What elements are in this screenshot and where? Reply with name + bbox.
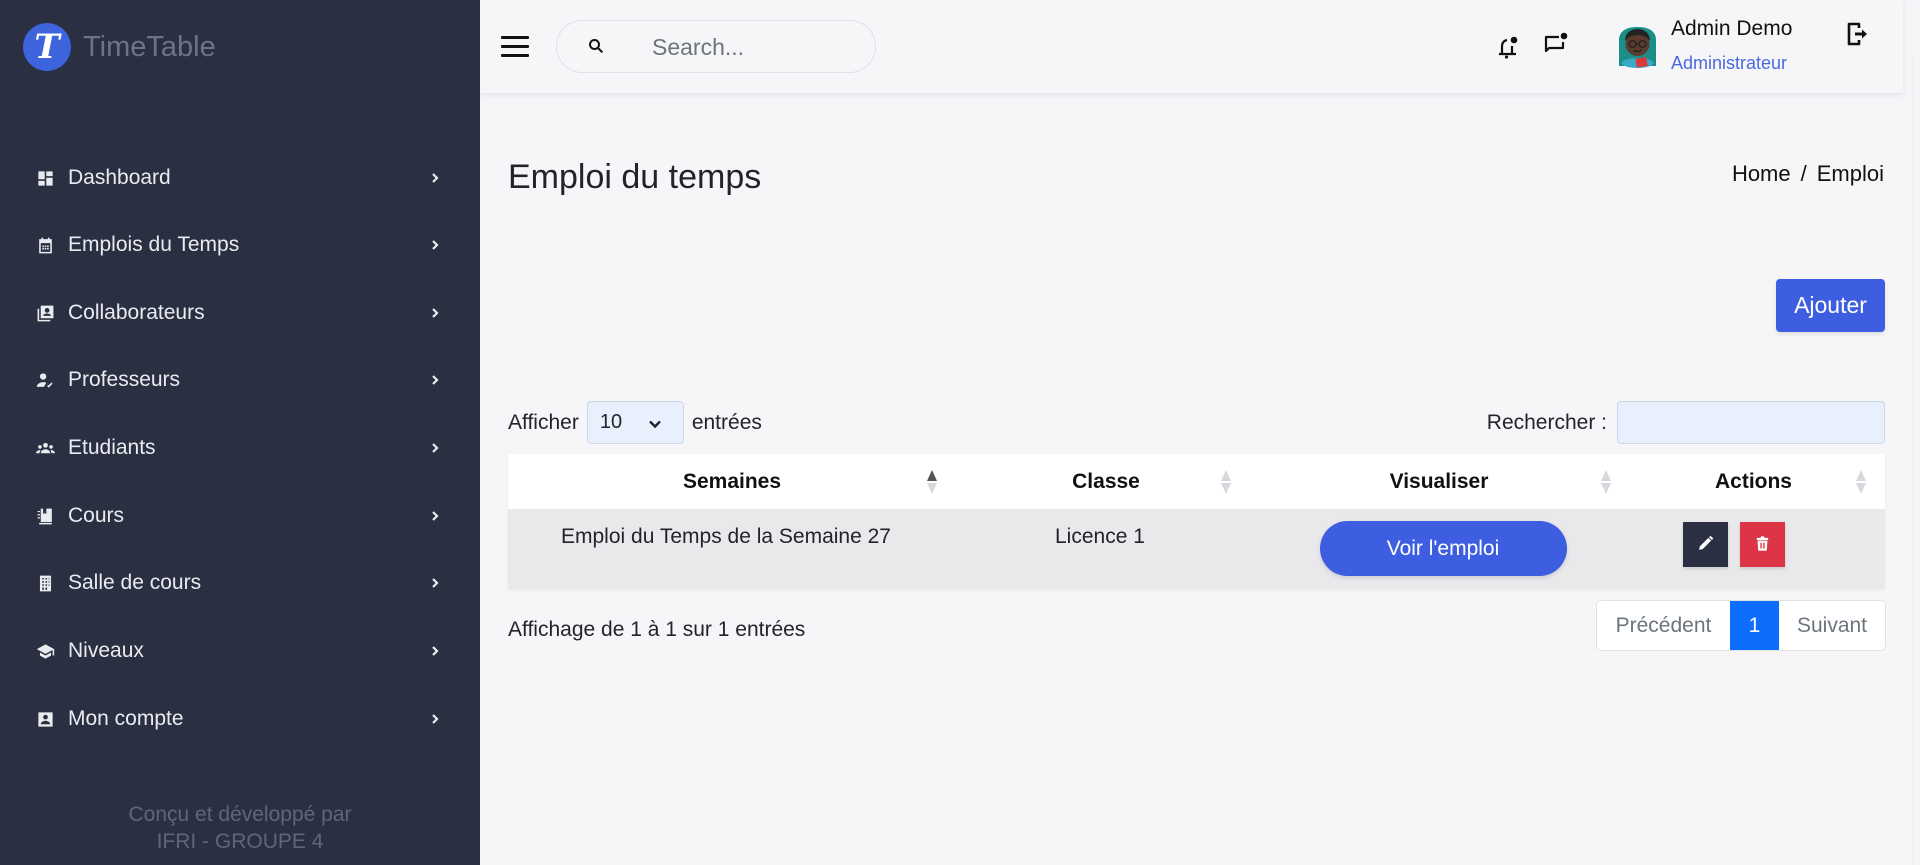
cell-semaine: Emploi du Temps de la Semaine 27	[561, 525, 891, 548]
cell-actions	[1622, 509, 1885, 589]
pagination: Précédent 1 Suivant	[1596, 600, 1886, 651]
sidebar: T TimeTable Dashboard Emplois du Temps C…	[0, 0, 480, 865]
sort-icon	[1220, 470, 1232, 494]
chevron-down-icon	[647, 415, 663, 431]
table-info: Affichage de 1 à 1 sur 1 entrées	[508, 618, 806, 641]
table-search-control: Rechercher :	[1487, 401, 1885, 444]
sort-asc-icon	[926, 470, 938, 494]
edit-button[interactable]	[1683, 522, 1728, 567]
chevron-right-icon	[428, 441, 442, 455]
sidebar-item-label: Etudiants	[68, 436, 156, 459]
page-length-value: 10	[599, 411, 623, 433]
breadcrumb-current: Emploi	[1816, 161, 1884, 186]
building-icon	[35, 573, 55, 593]
cell-visualiser: Voir l'emploi	[1256, 509, 1622, 589]
sidebar-item-mon-compte[interactable]: Mon compte	[0, 695, 480, 743]
user-role: Administrateur	[1671, 53, 1788, 73]
column-header-visualiser[interactable]: Visualiser	[1256, 454, 1622, 509]
column-label: Semaines	[682, 469, 782, 493]
chevron-right-icon	[428, 509, 442, 523]
table-header-row: Semaines Classe Visualiser Actions	[508, 454, 1885, 509]
sidebar-item-niveaux[interactable]: Niveaux	[0, 627, 480, 675]
breadcrumb-separator: /	[1800, 161, 1807, 186]
messages-icon[interactable]	[1542, 31, 1570, 59]
column-label: Actions	[1714, 469, 1792, 493]
breadcrumb: Home / Emploi	[1732, 161, 1884, 187]
chevron-right-icon	[428, 373, 442, 387]
top-header: Admin Demo Administrateur	[480, 0, 1903, 93]
sidebar-item-collaborateurs[interactable]: Collaborateurs	[0, 289, 480, 337]
group-icon	[35, 438, 55, 458]
person-check-icon	[35, 370, 55, 390]
view-schedule-button[interactable]: Voir l'emploi	[1319, 521, 1567, 576]
column-label: Visualiser	[1389, 469, 1489, 493]
app-logo[interactable]: T TimeTable	[23, 23, 216, 71]
user-name: Admin Demo	[1671, 17, 1793, 40]
schedule-table: Semaines Classe Visualiser Actions Emplo…	[508, 454, 1885, 589]
chevron-right-icon	[428, 576, 442, 590]
breadcrumb-home-link[interactable]: Home	[1732, 161, 1791, 187]
sidebar-item-label: Salle de cours	[68, 571, 202, 594]
sort-icon	[1855, 470, 1867, 494]
credits-line-1: Conçu et développé par	[128, 803, 352, 826]
account-box-icon	[35, 709, 55, 729]
sidebar-item-label: Emplois du Temps	[68, 233, 240, 256]
logout-icon[interactable]	[1844, 20, 1872, 48]
chevron-right-icon	[428, 306, 442, 320]
sidebar-item-label: Collaborateurs	[68, 301, 205, 324]
entries-label: entrées	[691, 410, 762, 434]
table-row: Emploi du Temps de la Semaine 27 Licence…	[508, 509, 1885, 589]
chevron-right-icon	[428, 712, 442, 726]
page-scrollbar[interactable]	[1913, 55, 1914, 865]
sidebar-item-dashboard[interactable]: Dashboard	[0, 154, 480, 202]
notification-bell-icon[interactable]	[1494, 33, 1522, 61]
delete-button[interactable]	[1740, 522, 1785, 567]
pagination-page-1[interactable]: 1	[1730, 601, 1779, 650]
sidebar-item-label: Niveaux	[68, 639, 144, 662]
table-search-input[interactable]	[1617, 401, 1885, 444]
sidebar-item-label: Dashboard	[68, 166, 171, 189]
sidebar-item-label: Cours	[68, 504, 125, 527]
chevron-right-icon	[428, 238, 442, 252]
chevron-right-icon	[428, 644, 442, 658]
app-name: TimeTable	[83, 30, 216, 63]
graduation-cap-icon	[35, 641, 55, 661]
page-length-select[interactable]: 10	[586, 401, 684, 444]
sidebar-item-professeurs[interactable]: Professeurs	[0, 356, 480, 404]
contacts-icon	[35, 303, 55, 323]
add-button[interactable]: Ajouter	[1776, 279, 1885, 332]
column-header-semaines[interactable]: Semaines	[508, 454, 956, 509]
pagination-previous[interactable]: Précédent	[1597, 601, 1730, 650]
page-length-control: Afficher 10 entrées	[508, 401, 762, 444]
credits-line-2: IFRI - GROUPE 4	[156, 830, 324, 853]
global-search	[556, 20, 876, 73]
chevron-right-icon	[428, 171, 442, 185]
logo-icon: T	[23, 23, 71, 71]
table-search-label: Rechercher :	[1486, 410, 1607, 434]
user-avatar[interactable]	[1615, 24, 1660, 69]
sidebar-item-emplois-du-temps[interactable]: Emplois du Temps	[0, 221, 480, 269]
sidebar-item-etudiants[interactable]: Etudiants	[0, 424, 480, 472]
global-search-input[interactable]	[652, 31, 862, 63]
search-icon[interactable]	[587, 37, 607, 57]
column-header-actions[interactable]: Actions	[1622, 454, 1885, 509]
sidebar-credits: Conçu et développé par IFRI - GROUPE 4	[0, 801, 480, 855]
sidebar-item-label: Mon compte	[68, 707, 184, 730]
pencil-icon	[1697, 535, 1714, 555]
column-header-classe[interactable]: Classe	[956, 454, 1256, 509]
pagination-next[interactable]: Suivant	[1779, 601, 1885, 650]
menu-toggle-icon[interactable]	[501, 36, 529, 58]
trash-icon	[1754, 535, 1771, 555]
sidebar-item-salle-de-cours[interactable]: Salle de cours	[0, 559, 480, 607]
calendar-icon	[35, 235, 55, 255]
dashboard-icon	[35, 168, 55, 188]
cell-classe: Licence 1	[1055, 525, 1145, 548]
page-title: Emploi du temps	[508, 158, 762, 196]
sidebar-item-cours[interactable]: Cours	[0, 492, 480, 540]
sidebar-item-label: Professeurs	[68, 368, 181, 391]
notebook-icon	[35, 506, 55, 526]
sort-icon	[1600, 470, 1612, 494]
column-label: Classe	[1072, 469, 1140, 493]
show-label: Afficher	[508, 410, 579, 434]
